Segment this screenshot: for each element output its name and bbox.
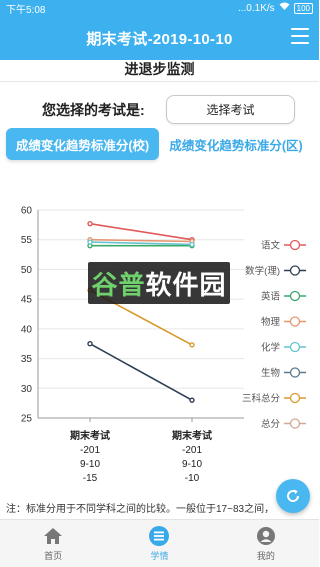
trend-tabs: 成绩变化趋势标准分(校) 成绩变化趋势标准分(区)	[6, 128, 313, 160]
x-category-1: 期末考试 -201 9-10 -15	[60, 430, 120, 486]
x-category-line: -201	[79, 445, 100, 456]
footnote: 注：标准分用于不同学科之间的比较。一般位于17~83之间，	[6, 504, 275, 515]
legend-marker	[289, 290, 301, 302]
legend-marker	[289, 341, 301, 353]
legend-label: 化学	[261, 342, 280, 354]
x-category-2: 期末考试 -201 9-10 -10	[162, 430, 222, 486]
data-point	[189, 241, 195, 248]
legend-label: 总分	[261, 418, 281, 430]
y-tick-label: 55	[21, 235, 33, 246]
refresh-icon	[287, 489, 300, 502]
bottom-tab-bar: 首页 学情 我的	[0, 519, 319, 567]
nav-mine[interactable]: 我的	[213, 520, 319, 567]
battery-indicator: 100	[293, 2, 313, 14]
nav-home[interactable]: 首页	[0, 520, 106, 567]
x-category-name: 期末考试	[70, 431, 110, 442]
network-speed: ...0.1K/s	[237, 2, 275, 14]
series-line	[89, 343, 193, 401]
legend-label: 语文	[261, 240, 281, 252]
navbar: 期末考试-2019-10-10	[0, 16, 319, 60]
y-tick-label: 40	[21, 324, 33, 335]
nav-study[interactable]: 学情	[106, 520, 212, 567]
data-point	[87, 220, 93, 227]
home-icon	[42, 525, 64, 547]
section-subtitle: 进退步监测	[0, 60, 319, 82]
legend-marker	[289, 392, 301, 404]
legend-marker	[289, 367, 301, 378]
nav-mine-label: 我的	[256, 551, 275, 561]
legend-label: 数学(理)	[245, 265, 280, 277]
y-tick-label: 35	[21, 354, 33, 365]
user-icon	[255, 525, 277, 547]
x-category-line: -15	[82, 473, 98, 484]
status-bar: 下午5:08 ...0.1K/s 100	[0, 0, 319, 16]
y-tick-label: 45	[21, 295, 33, 306]
x-category-line: 9-10	[79, 459, 100, 470]
status-time: 下午5:08	[6, 4, 46, 16]
series-line	[89, 241, 193, 246]
data-point	[189, 342, 195, 348]
x-category-line: 9-10	[181, 459, 202, 470]
status-right: ...0.1K/s 100	[238, 2, 313, 14]
refresh-button[interactable]	[276, 479, 310, 513]
legend-label: 生物	[261, 367, 281, 379]
data-point	[87, 341, 93, 347]
select-exam-button[interactable]: 选择考试	[166, 95, 295, 124]
watermark-logo: 谷普 软件园	[88, 262, 230, 304]
hamburger-menu-icon[interactable]	[291, 28, 309, 44]
watermark-prefix: 谷普	[91, 269, 146, 300]
legend-label: 三科总分	[242, 393, 281, 405]
nav-study-label: 学情	[150, 551, 169, 561]
wifi-icon	[279, 2, 290, 14]
exam-label: 您选择的考试是:	[42, 102, 145, 118]
series-line	[89, 222, 193, 241]
y-tick-label: 60	[21, 206, 33, 217]
trend-chart: 25 30 35 40 45 50 55 60 语文数学(理) 英语物理化学生物三科总分总分 期末…	[0, 196, 319, 496]
data-point	[189, 397, 195, 403]
page-title: 期末考试-2019-10-10	[86, 30, 233, 48]
nav-home-label: 首页	[44, 551, 63, 561]
x-category-line: -10	[184, 473, 200, 484]
trend-chart-svg: 25 30 35 40 45 50 55 60 语文数学(理) 英语物理化学生物三科总分总分	[21, 206, 306, 430]
legend-marker	[289, 316, 301, 327]
exam-select-row: 您选择的考试是: 选择考试	[0, 94, 319, 124]
y-tick-label: 25	[21, 414, 33, 425]
x-category-line: -201	[181, 445, 202, 456]
tab-district-standard-score[interactable]: 成绩变化趋势标准分(区)	[159, 128, 313, 160]
list-icon	[148, 525, 170, 547]
legend-marker	[289, 265, 301, 276]
legend-label: 英语	[261, 291, 281, 303]
tab-school-standard-score[interactable]: 成绩变化趋势标准分(校)	[6, 128, 159, 160]
data-point	[87, 239, 93, 245]
y-tick-label: 30	[21, 384, 33, 395]
y-tick-label: 50	[21, 265, 33, 276]
x-category-name: 期末考试	[172, 431, 212, 442]
legend-marker	[289, 239, 301, 251]
watermark-suffix: 软件园	[145, 269, 227, 300]
legend-label: 物理	[261, 316, 281, 328]
legend-marker	[289, 418, 301, 429]
